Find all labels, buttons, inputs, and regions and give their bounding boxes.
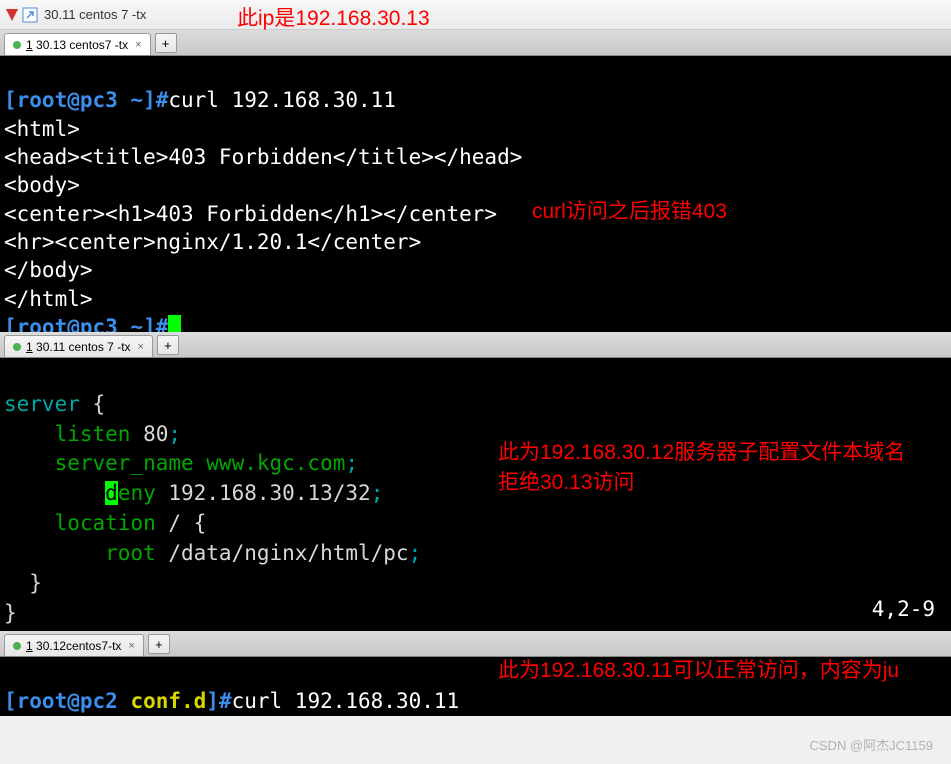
tab-3011[interactable]: 1 30.11 centos 7 -tx × <box>4 335 153 357</box>
config-keyword: root <box>4 541 156 565</box>
window-title-bar: 30.11 centos 7 -tx <box>0 0 951 30</box>
command-text: curl 192.168.30.11 <box>168 88 396 112</box>
status-dot-icon <box>13 642 21 650</box>
config-keyword: eny <box>118 481 169 505</box>
config-text: ; <box>371 481 384 505</box>
config-keyword: server <box>4 392 80 416</box>
output-line: <head><title>403 Forbidden</title></head… <box>4 145 522 169</box>
terminal-config-editor[interactable]: server { listen 80; server_name www.kgc.… <box>0 358 951 631</box>
config-value: 192.168.30.13/32 <box>168 481 370 505</box>
terminal-pc3[interactable]: [root@pc3 ~]#curl 192.168.30.11 <html> <… <box>0 56 951 332</box>
output-line: <center><h1>403 Forbidden</h1></center> <box>4 202 497 226</box>
annotation-curl-error: curl访问之后报错403 <box>532 198 727 226</box>
config-value: /data/nginx/html/pc <box>156 541 409 565</box>
new-tab-button[interactable]: + <box>155 33 177 53</box>
output-line: </body> <box>4 258 93 282</box>
output-line: <hr><center>nginx/1.20.1</center> <box>4 230 421 254</box>
annotation-config: 此为192.168.30.12服务器子配置文件本域名拒绝30.13访问 <box>498 438 918 499</box>
tab-3012[interactable]: 1 30.12centos7-tx × <box>4 634 144 656</box>
annotation-ip: 此ip是192.168.30.13 <box>237 2 430 32</box>
config-text: } <box>4 601 17 625</box>
cursor <box>168 315 181 332</box>
config-value: 80 <box>143 422 168 446</box>
tab-label: 30.12centos7-tx <box>33 639 122 653</box>
terminal-pc2[interactable]: [root@pc2 conf.d]#curl 192.168.30.11 ju … <box>0 657 951 716</box>
cursor-char: d <box>105 481 118 505</box>
tab-strip-3: 1 30.12centos7-tx × + <box>0 631 951 657</box>
annotation-normal-access: 此为192.168.30.11可以正常访问，内容为ju <box>498 657 938 685</box>
prompt: [root@pc3 ~]# <box>4 88 168 112</box>
config-keyword: location <box>4 511 156 535</box>
status-dot-icon <box>13 41 21 49</box>
config-text: { <box>80 392 105 416</box>
prompt-dir: conf.d <box>130 689 206 713</box>
command-text: curl 192.168.30.11 <box>232 689 460 713</box>
config-keyword: listen <box>4 422 143 446</box>
config-text: ; <box>345 451 358 475</box>
window-title: 30.11 centos 7 -tx <box>44 7 146 22</box>
tab-strip-2: 1 30.11 centos 7 -tx × + <box>0 332 951 358</box>
status-dot-icon <box>13 343 21 351</box>
prompt: [root@pc3 ~]# <box>4 315 168 332</box>
tab-3013[interactable]: 1 30.13 centos7 -tx × <box>4 33 151 55</box>
output-line: <html> <box>4 117 80 141</box>
tab-strip-1: 1 30.13 centos7 -tx × + <box>0 30 951 56</box>
prompt-end: ]# <box>206 689 231 713</box>
config-keyword: server_name www.kgc.com <box>4 451 345 475</box>
tab-number: 1 <box>26 340 33 354</box>
tab-label: 30.13 centos7 -tx <box>33 38 128 52</box>
output-line: </html> <box>4 287 93 311</box>
prompt-user: [root@pc2 <box>4 689 130 713</box>
tab-number: 1 <box>26 639 33 653</box>
config-text: ; <box>168 422 181 446</box>
close-icon[interactable]: × <box>128 640 134 652</box>
close-icon[interactable]: × <box>138 341 144 353</box>
close-icon[interactable]: × <box>135 39 141 51</box>
new-tab-button[interactable]: + <box>157 335 179 355</box>
config-indent <box>4 481 105 505</box>
config-text: } <box>4 571 42 595</box>
tab-number: 1 <box>26 38 33 52</box>
app-icon <box>4 7 20 23</box>
vim-position-status: 4,2-9 <box>872 595 935 625</box>
config-text: ; <box>409 541 422 565</box>
watermark: CSDN @阿杰JC1159 <box>810 735 934 754</box>
new-tab-button[interactable]: + <box>148 634 170 654</box>
shortcut-icon <box>22 7 38 23</box>
output-line: <body> <box>4 173 80 197</box>
tab-label: 30.11 centos 7 -tx <box>33 340 131 354</box>
config-text: / { <box>156 511 207 535</box>
